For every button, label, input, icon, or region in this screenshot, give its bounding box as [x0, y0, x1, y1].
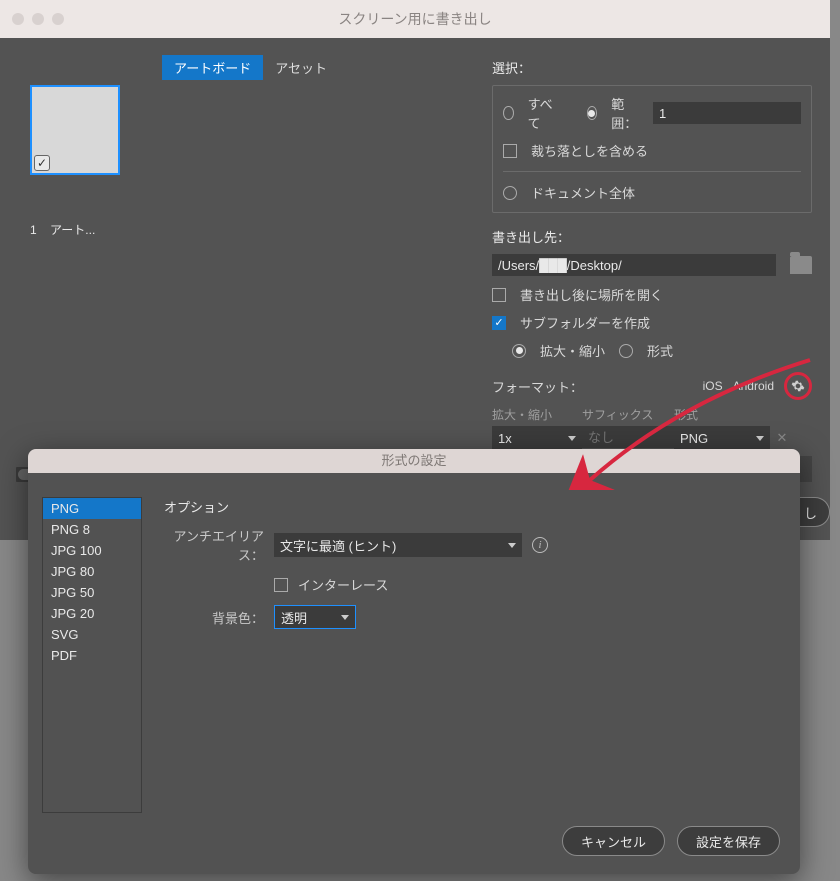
label-bleed: 裁ち落としを含める: [531, 141, 648, 160]
window-title: スクリーン用に書き出し: [0, 9, 830, 29]
label-subfolder-format: 形式: [647, 341, 673, 360]
checkbox-open-after[interactable]: [492, 288, 506, 302]
tab-group: アートボード アセット: [162, 55, 339, 80]
format-item-svg[interactable]: SVG: [43, 624, 141, 645]
annotation-gear-highlight: [784, 372, 812, 400]
format-list: PNG PNG 8 JPG 100 JPG 80 JPG 50 JPG 20 S…: [42, 497, 142, 813]
tab-asset[interactable]: アセット: [263, 55, 339, 80]
format-item-jpg50[interactable]: JPG 50: [43, 582, 141, 603]
label-subfolder-scale: 拡大・縮小: [540, 341, 605, 360]
range-input[interactable]: [653, 102, 801, 124]
thumbnail-index: 1: [30, 223, 37, 237]
label-all: すべて: [528, 94, 555, 132]
label-open-after: 書き出し後に場所を開く: [520, 285, 663, 304]
partially-hidden-button[interactable]: し: [800, 497, 830, 527]
format-select[interactable]: PNG: [674, 426, 770, 450]
format-item-jpg100[interactable]: JPG 100: [43, 540, 141, 561]
bg-label: 背景色：: [164, 608, 264, 627]
export-to-heading: 書き出し先：: [492, 227, 812, 246]
format-item-jpg20[interactable]: JPG 20: [43, 603, 141, 624]
radio-range[interactable]: [587, 106, 598, 120]
cancel-button[interactable]: キャンセル: [562, 826, 665, 856]
format-item-pdf[interactable]: PDF: [43, 645, 141, 666]
tab-artboard[interactable]: アートボード: [162, 55, 263, 80]
label-interlace: インターレース: [298, 575, 388, 594]
label-range: 範囲：: [611, 94, 639, 132]
preset-android[interactable]: Android: [733, 379, 774, 393]
checkbox-bleed[interactable]: [503, 144, 517, 158]
chevron-down-icon: [756, 436, 764, 441]
thumbnail-area: ✓ 1 アート...: [20, 81, 490, 441]
folder-icon[interactable]: [790, 256, 812, 274]
bg-value: 透明: [281, 608, 307, 627]
col-suffix: サフィックス: [582, 406, 674, 423]
format-value: PNG: [680, 431, 708, 446]
gear-icon[interactable]: [791, 379, 805, 393]
options-heading: オプション: [164, 497, 776, 516]
chevron-down-icon: [341, 615, 349, 620]
radio-all[interactable]: [503, 106, 514, 120]
formats-heading: フォーマット：: [492, 377, 583, 396]
aa-label: アンチエイリアス：: [164, 526, 264, 564]
format-item-jpg80[interactable]: JPG 80: [43, 561, 141, 582]
scale-select[interactable]: 1x: [492, 426, 582, 450]
titlebar: スクリーン用に書き出し: [0, 0, 830, 38]
background-select[interactable]: 透明: [274, 605, 356, 629]
checkbox-subfolder[interactable]: ✓: [492, 316, 506, 330]
radio-full-doc[interactable]: [503, 186, 517, 200]
chevron-down-icon: [568, 436, 576, 441]
chevron-down-icon: [508, 543, 516, 548]
col-scale: 拡大・縮小: [492, 406, 582, 423]
label-full-doc: ドキュメント全体: [531, 183, 635, 202]
artboard-thumbnail[interactable]: ✓: [30, 85, 120, 175]
format-item-png[interactable]: PNG: [43, 498, 141, 519]
aa-value: 文字に最適 (ヒント): [280, 536, 396, 555]
thumbnail-checkbox[interactable]: ✓: [34, 155, 50, 171]
dialog-title: 形式の設定: [28, 449, 800, 473]
format-item-png8[interactable]: PNG 8: [43, 519, 141, 540]
radio-subfolder-scale[interactable]: [512, 344, 526, 358]
save-settings-button[interactable]: 設定を保存: [677, 826, 780, 856]
radio-subfolder-format[interactable]: [619, 344, 633, 358]
info-icon[interactable]: i: [532, 537, 548, 553]
antialias-select[interactable]: 文字に最適 (ヒント): [274, 533, 522, 557]
col-format: 形式: [674, 406, 770, 423]
thumbnail-name: アート...: [50, 223, 95, 237]
checkbox-interlace[interactable]: [274, 578, 288, 592]
scale-value: 1x: [498, 431, 512, 446]
selection-heading: 選択：: [492, 58, 812, 77]
preset-ios[interactable]: iOS: [703, 379, 723, 393]
label-subfolder: サブフォルダーを作成: [520, 313, 650, 332]
export-path-input[interactable]: [492, 254, 776, 276]
format-settings-dialog: 形式の設定 PNG PNG 8 JPG 100 JPG 80 JPG 50 JP…: [28, 449, 800, 874]
thumbnail-label: 1 アート...: [30, 221, 120, 238]
remove-row-button[interactable]: ✕: [770, 426, 794, 450]
suffix-input[interactable]: [582, 426, 674, 448]
